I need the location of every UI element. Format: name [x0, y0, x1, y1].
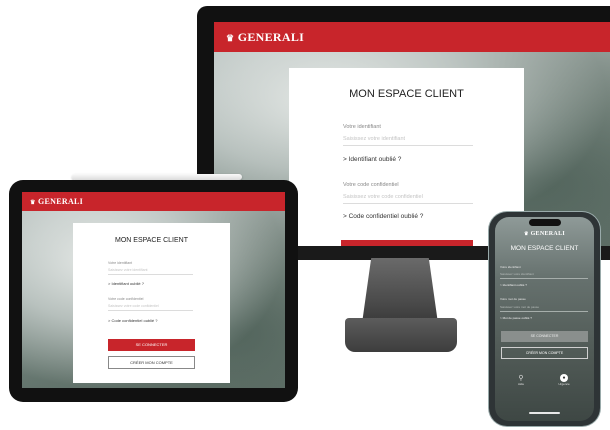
identifier-input[interactable]: Saisissez votre identifiant — [343, 136, 473, 146]
desktop-stand — [362, 258, 438, 322]
emergency-icon: ● — [560, 374, 568, 382]
code-label: Votre mot de passe — [500, 297, 526, 301]
generali-logo[interactable]: ♛ GENERALI — [495, 231, 594, 237]
create-account-button[interactable]: CRÉER MON COMPTE — [501, 347, 588, 359]
code-input[interactable]: Saisissez votre code confidentiel — [343, 194, 473, 204]
phone-screen: ♛ GENERALI MON ESPACE CLIENT Votre ident… — [495, 217, 594, 421]
tablet-login-card: MON ESPACE CLIENT Votre identifiant Sais… — [73, 223, 230, 383]
generali-logo[interactable]: ♛ GENERALI — [226, 30, 304, 45]
desktop-login-card: MON ESPACE CLIENT Votre identifiant Sais… — [289, 68, 524, 247]
identifier-label: Votre identifiant — [108, 261, 133, 265]
create-account-button[interactable]: CRÉER MON COMPTE — [108, 356, 195, 369]
identifier-input[interactable]: Saisissez votre identifiant — [500, 272, 588, 279]
page-title: MON ESPACE CLIENT — [349, 88, 464, 100]
home-indicator — [529, 412, 560, 414]
forgot-identifier-link[interactable]: > Identifiant oublié ? — [500, 283, 527, 287]
connect-button[interactable]: SE CONNECTER — [108, 339, 195, 351]
forgot-identifier-link[interactable]: > Identifiant oublié ? — [343, 156, 401, 163]
forgot-identifier-link[interactable]: > Identifiant oublié ? — [108, 281, 144, 286]
help-nav-item[interactable]: ⚲ Aide — [511, 374, 531, 386]
tablet-header-bar: ♛ GENERALI — [22, 192, 285, 211]
forgot-code-link[interactable]: > Code confidentiel oublié ? — [108, 318, 158, 323]
lion-icon: ♛ — [226, 33, 235, 43]
tablet-screen: ♛ GENERALI MON ESPACE CLIENT Votre ident… — [22, 192, 285, 388]
lion-icon: ♛ — [30, 200, 36, 206]
phone-bottom-nav: ⚲ Aide ● Urgence — [495, 372, 594, 421]
connect-button[interactable]: SE CONNECTER — [501, 331, 588, 342]
code-input[interactable]: Saisissez votre code confidentiel — [108, 304, 193, 311]
identifier-input[interactable]: Saisissez votre identifiant — [108, 268, 193, 275]
desktop-header-bar: ♛ GENERALI — [214, 22, 610, 52]
emergency-nav-item[interactable]: ● Urgence — [553, 374, 575, 386]
page-title: MON ESPACE CLIENT — [510, 245, 579, 252]
code-label: Votre code confidentiel — [343, 182, 399, 188]
page-title: MON ESPACE CLIENT — [115, 237, 188, 244]
identifier-label: Votre identifiant — [500, 265, 521, 269]
phone-notch — [529, 219, 561, 226]
forgot-code-link[interactable]: > Mot de passe oublié ? — [500, 316, 532, 320]
forgot-code-link[interactable]: > Code confidentiel oublié ? — [343, 213, 423, 220]
identifier-label: Votre identifiant — [343, 124, 381, 130]
desktop-stand-base — [345, 318, 457, 352]
code-input[interactable]: Saisissez votre mot de passe — [500, 305, 588, 312]
lion-icon: ♛ — [523, 232, 529, 237]
generali-logo[interactable]: ♛ GENERALI — [30, 197, 83, 206]
help-icon: ⚲ — [518, 375, 524, 382]
code-label: Votre code confidentiel — [108, 297, 144, 301]
